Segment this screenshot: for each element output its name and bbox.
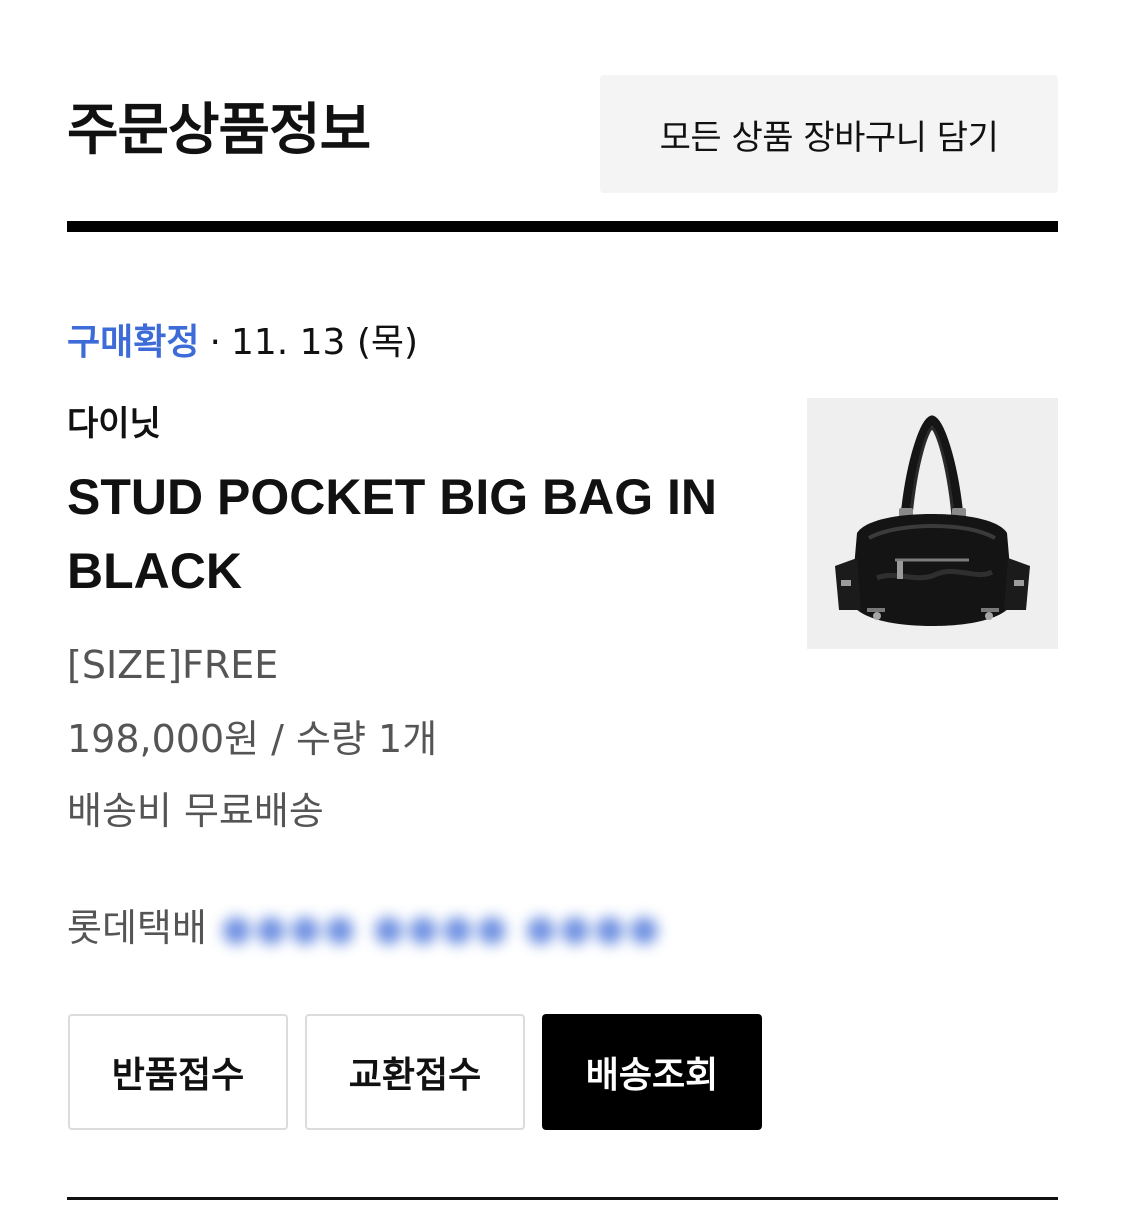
header-divider (67, 221, 1058, 232)
add-all-to-cart-button[interactable]: 모든 상품 장바구니 담기 (600, 75, 1058, 193)
tracking-number-redacted[interactable]: ●●●● ●●●● ●●●● (221, 908, 663, 949)
return-request-button[interactable]: 반품접수 (68, 1014, 288, 1130)
page-title: 주문상품정보 (67, 98, 371, 163)
courier-row: 롯데택배 ●●●● ●●●● ●●●● (67, 900, 663, 956)
status-badge: 구매확정 (67, 322, 200, 363)
shipping-fee: 배송비 무료배송 (67, 789, 324, 833)
exchange-request-button[interactable]: 교환접수 (305, 1014, 525, 1130)
black-leather-bag-icon (835, 415, 1030, 626)
courier-name: 롯데택배 (67, 906, 207, 950)
status-date: 11. 13 (목) (230, 322, 419, 363)
product-thumbnail[interactable] (807, 398, 1058, 649)
bottom-divider (67, 1197, 1058, 1200)
product-option: [SIZE]FREE (67, 643, 279, 687)
price-quantity: 198,000원 / 수량 1개 (67, 717, 438, 761)
product-name[interactable]: STUD POCKET BIG BAG IN BLACK (67, 460, 767, 608)
status-separator: · (209, 322, 221, 363)
order-status-line: 구매확정 · 11. 13 (목) (67, 318, 418, 368)
track-delivery-button[interactable]: 배송조회 (542, 1014, 762, 1130)
brand-name: 다이닛 (67, 404, 161, 444)
